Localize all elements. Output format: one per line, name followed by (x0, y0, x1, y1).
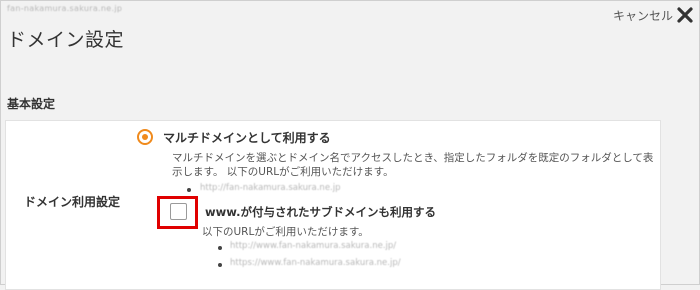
www-url-http: http://www.fan-nakamura.sakura.ne.jp/ (230, 241, 397, 251)
multidomain-description: マルチドメインを選ぶとドメイン名でアクセスしたとき、指定したフォルダを既定のフォ… (172, 152, 654, 178)
multidomain-radio-label[interactable]: マルチドメインとして利用する (163, 129, 331, 146)
url-bullet (218, 246, 222, 250)
settings-panel: ドメイン利用設定 マルチドメインとして利用する マルチドメインを選ぶとドメイン名… (5, 120, 661, 290)
domain-name: fan-nakamura.sakura.ne.jp (7, 4, 123, 13)
cancel-label: キャンセル (612, 8, 673, 23)
close-icon[interactable] (676, 6, 694, 24)
url-bullet (187, 188, 191, 192)
page-title: ドメイン設定 (7, 29, 125, 51)
multidomain-radio[interactable] (137, 129, 153, 145)
section-title: 基本設定 (7, 97, 56, 111)
www-url-https: https://www.fan-nakamura.sakura.ne.jp/ (230, 258, 401, 268)
url-bullet (218, 263, 222, 267)
multidomain-url: http://fan-nakamura.sakura.ne.jp (200, 183, 341, 193)
www-subdomain-checkbox-label[interactable]: www.が付与されたサブドメインも利用する (205, 204, 436, 220)
domain-usage-label: ドメイン利用設定 (24, 195, 121, 209)
www-subdomain-checkbox[interactable] (170, 203, 187, 220)
www-subdomain-description: 以下のURLがご利用いただけます。 (202, 226, 369, 238)
cancel-button[interactable]: キャンセル (613, 6, 694, 24)
